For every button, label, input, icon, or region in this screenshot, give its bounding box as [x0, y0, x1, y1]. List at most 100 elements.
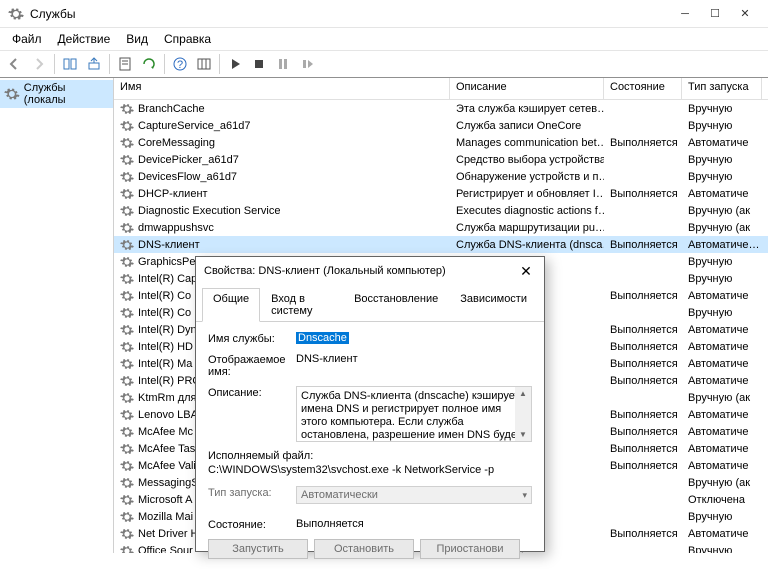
service-row[interactable]: CoreMessagingManages communication bet…В… [114, 134, 768, 151]
nav-back-button[interactable] [4, 53, 26, 75]
tabs: Общие Вход в систему Восстановление Зави… [196, 287, 544, 322]
tree-root[interactable]: Службы (локалы [0, 80, 113, 108]
service-start: Автоматиче [682, 137, 762, 149]
gear-icon [120, 255, 134, 269]
service-state: Выполняется [604, 324, 682, 336]
service-name: Intel(R) Co [138, 290, 191, 302]
list-header: Имя Описание Состояние Тип запуска [114, 78, 768, 100]
value-desc: Служба DNS-клиента (dnscache) кэширует и… [296, 386, 532, 442]
service-start: Вручную [682, 545, 762, 554]
service-name: CoreMessaging [138, 137, 215, 149]
service-row[interactable]: CaptureService_a61d7Служба записи OneCor… [114, 117, 768, 134]
service-start: Автоматиче [682, 443, 762, 455]
service-start: Вручную [682, 307, 762, 319]
service-start: Вручную [682, 256, 762, 268]
service-start: Автоматиче [682, 375, 762, 387]
service-name: Mozilla Mai [138, 511, 193, 523]
dialog-close-button[interactable]: ✕ [516, 263, 536, 280]
service-name: Intel(R) PRO [138, 375, 201, 387]
gear-icon [120, 425, 134, 439]
startup-combo: Автоматически ▾ [296, 486, 532, 504]
restart-service-button[interactable] [296, 53, 318, 75]
service-name: GraphicsPe [138, 256, 195, 268]
service-row[interactable]: Diagnostic Execution ServiceExecutes dia… [114, 202, 768, 219]
service-name: CaptureService_a61d7 [138, 120, 251, 132]
pause-service-button[interactable] [272, 53, 294, 75]
service-start: Автоматиче [682, 409, 762, 421]
service-name: Microsoft A [138, 494, 192, 506]
properties-button[interactable] [114, 53, 136, 75]
gear-icon [120, 136, 134, 150]
col-start[interactable]: Тип запуска [682, 78, 762, 99]
col-desc[interactable]: Описание [450, 78, 604, 99]
col-name[interactable]: Имя [114, 78, 450, 99]
service-row[interactable]: dmwappushsvcСлужба маршрутизации pu…Вруч… [114, 219, 768, 236]
tab-deps[interactable]: Зависимости [449, 288, 538, 322]
service-state: Выполняется [604, 239, 682, 251]
chevron-down-icon: ▾ [522, 490, 527, 501]
column-config-button[interactable] [193, 53, 215, 75]
gear-icon [120, 102, 134, 116]
export-button[interactable] [83, 53, 105, 75]
tree-pane: Службы (локалы [0, 78, 114, 553]
gear-icon [120, 340, 134, 354]
menubar: Файл Действие Вид Справка [0, 28, 768, 50]
service-name: DevicesFlow_a61d7 [138, 171, 237, 183]
service-state: Выполняется [604, 341, 682, 353]
menu-action[interactable]: Действие [50, 30, 119, 48]
dialog-title: Свойства: DNS-клиент (Локальный компьюте… [204, 265, 516, 277]
service-desc: Служба маршрутизации pu… [450, 222, 604, 234]
refresh-button[interactable] [138, 53, 160, 75]
service-row[interactable]: DNS-клиентСлужба DNS-клиента (dnsca…Выпо… [114, 236, 768, 253]
start-button: Запустить [208, 539, 308, 559]
service-row[interactable]: BranchCacheЭта служба кэширует сетев…Вру… [114, 100, 768, 117]
tab-recovery[interactable]: Восстановление [343, 288, 449, 322]
service-state: Выполняется [604, 290, 682, 302]
label-exepath: Исполняемый файл: [208, 450, 532, 462]
value-svcname[interactable]: Dnscache [296, 332, 349, 344]
menu-help[interactable]: Справка [156, 30, 219, 48]
gear-icon [120, 153, 134, 167]
service-name: dmwappushsvc [138, 222, 214, 234]
maximize-button[interactable]: ☐ [700, 4, 730, 24]
nav-forward-button[interactable] [28, 53, 50, 75]
titlebar: Службы ─ ☐ ✕ [0, 0, 768, 28]
tab-logon[interactable]: Вход в систему [260, 288, 343, 322]
service-start: Автоматиче [682, 460, 762, 472]
gear-icon [120, 323, 134, 337]
service-start: Автоматиче [682, 341, 762, 353]
services-icon [4, 86, 20, 102]
service-row[interactable]: DevicesFlow_a61d7 Обнаружение устройств и… [114, 168, 768, 185]
service-desc: Обнаружение устройств и п… [450, 171, 604, 183]
menu-file[interactable]: Файл [4, 30, 50, 48]
menu-view[interactable]: Вид [118, 30, 156, 48]
gear-icon [120, 391, 134, 405]
help-button[interactable]: ? [169, 53, 191, 75]
service-start: Вручную (ак [682, 392, 762, 404]
gear-icon [120, 306, 134, 320]
close-button[interactable]: ✕ [730, 4, 760, 24]
col-state[interactable]: Состояние [604, 78, 682, 99]
service-start: Автоматиче [682, 188, 762, 200]
service-start: Вручную (ак [682, 205, 762, 217]
service-desc: Средство выбора устройства [450, 154, 604, 166]
label-desc: Описание: [208, 386, 296, 399]
service-row[interactable]: DHCP-клиентРегистрирует и обновляет I…Вы… [114, 185, 768, 202]
show-hide-button[interactable] [59, 53, 81, 75]
service-desc: Executes diagnostic actions f… [450, 205, 604, 217]
gear-icon [120, 204, 134, 218]
app-icon [8, 6, 24, 22]
gear-icon [120, 357, 134, 371]
toolbar: ? [0, 50, 768, 78]
minimize-button[interactable]: ─ [670, 4, 700, 24]
start-service-button[interactable] [224, 53, 246, 75]
desc-scrollbar[interactable]: ▲▼ [515, 387, 531, 441]
service-row[interactable]: DevicePicker_a61d7Средство выбора устрой… [114, 151, 768, 168]
service-start: Автоматиче [682, 426, 762, 438]
tab-general[interactable]: Общие [202, 288, 260, 322]
service-state: Выполняется [604, 528, 682, 540]
gear-icon [120, 408, 134, 422]
service-start: Автоматиче [682, 358, 762, 370]
service-name: Intel(R) Ma [138, 358, 192, 370]
stop-service-button[interactable] [248, 53, 270, 75]
